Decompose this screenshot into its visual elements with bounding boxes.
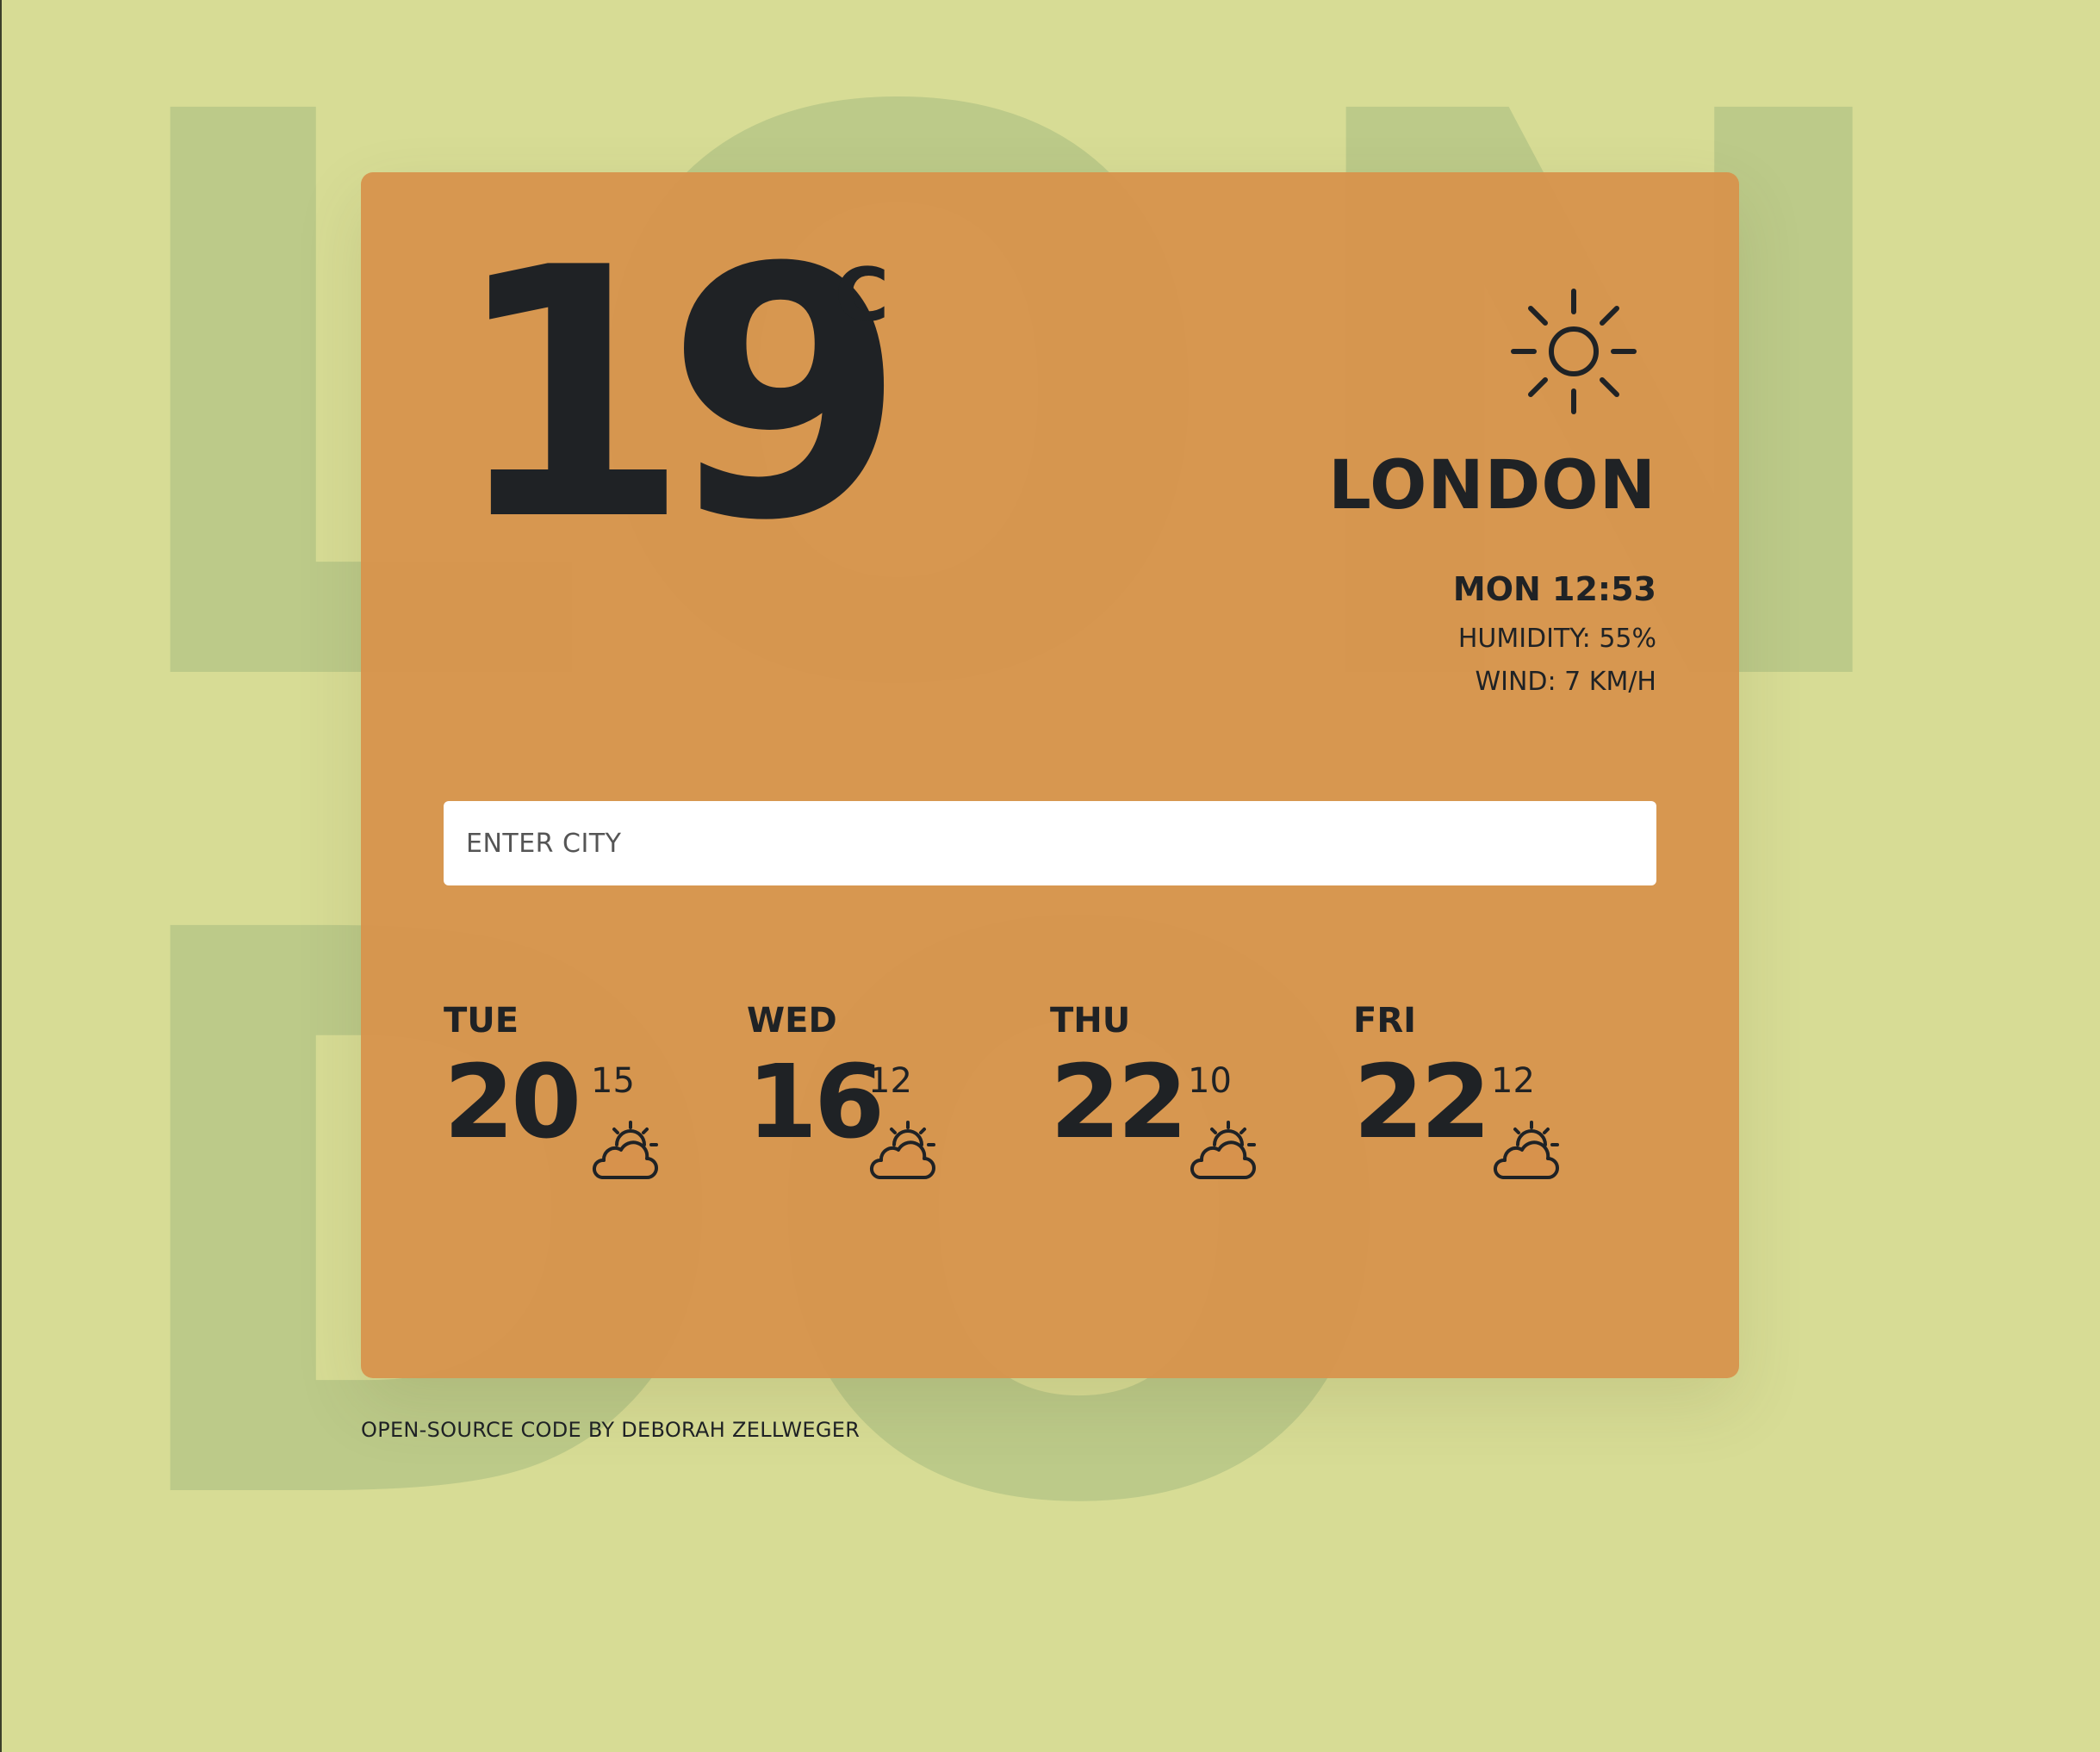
forecast-low: 15 <box>591 1061 635 1101</box>
current-datetime: MON 12:53 <box>1452 570 1656 608</box>
forecast-day-name: THU <box>1050 1001 1131 1041</box>
current-temperature: 19 <box>450 196 906 596</box>
forecast-high: 20 <box>444 1042 581 1161</box>
wind-readout: WIND: 7 KM/H <box>1475 667 1656 697</box>
forecast-high: 22 <box>1050 1042 1188 1161</box>
temperature-unit: C <box>835 252 890 339</box>
forecast-low: 12 <box>1491 1061 1535 1101</box>
city-name: LONDON <box>1328 447 1656 525</box>
forecast-day: TUE 20 15 <box>444 1003 728 1210</box>
sun-icon <box>1505 283 1643 420</box>
humidity-readout: HUMIDITY: 55% <box>1457 624 1656 654</box>
forecast-day: WED 16 12 <box>747 1003 1031 1210</box>
window-edge <box>0 0 2 1752</box>
city-search-input[interactable] <box>444 801 1656 885</box>
partly-cloudy-icon <box>590 1115 668 1184</box>
partly-cloudy-icon <box>1491 1115 1569 1184</box>
forecast-day-name: WED <box>747 1001 837 1041</box>
forecast-high: 16 <box>747 1042 885 1161</box>
forecast-day: FRI 22 12 <box>1353 1003 1637 1210</box>
partly-cloudy-icon <box>1188 1115 1265 1184</box>
forecast-day-name: FRI <box>1353 1001 1417 1041</box>
forecast-low: 12 <box>868 1061 912 1101</box>
forecast-list: TUE 20 15 WED 16 12 THU 22 10 FRI 22 12 <box>444 1003 1656 1210</box>
forecast-day-name: TUE <box>444 1001 519 1041</box>
forecast-high: 22 <box>1353 1042 1491 1161</box>
forecast-day: THU 22 10 <box>1050 1003 1334 1210</box>
forecast-low: 10 <box>1188 1061 1232 1101</box>
partly-cloudy-icon <box>867 1115 945 1184</box>
weather-card: 19 C LONDON MON 12:53 HUMIDITY: 55% WIND… <box>361 172 1739 1378</box>
footer-credit: OPEN-SOURCE CODE BY DEBORAH ZELLWEGER <box>361 1418 861 1442</box>
